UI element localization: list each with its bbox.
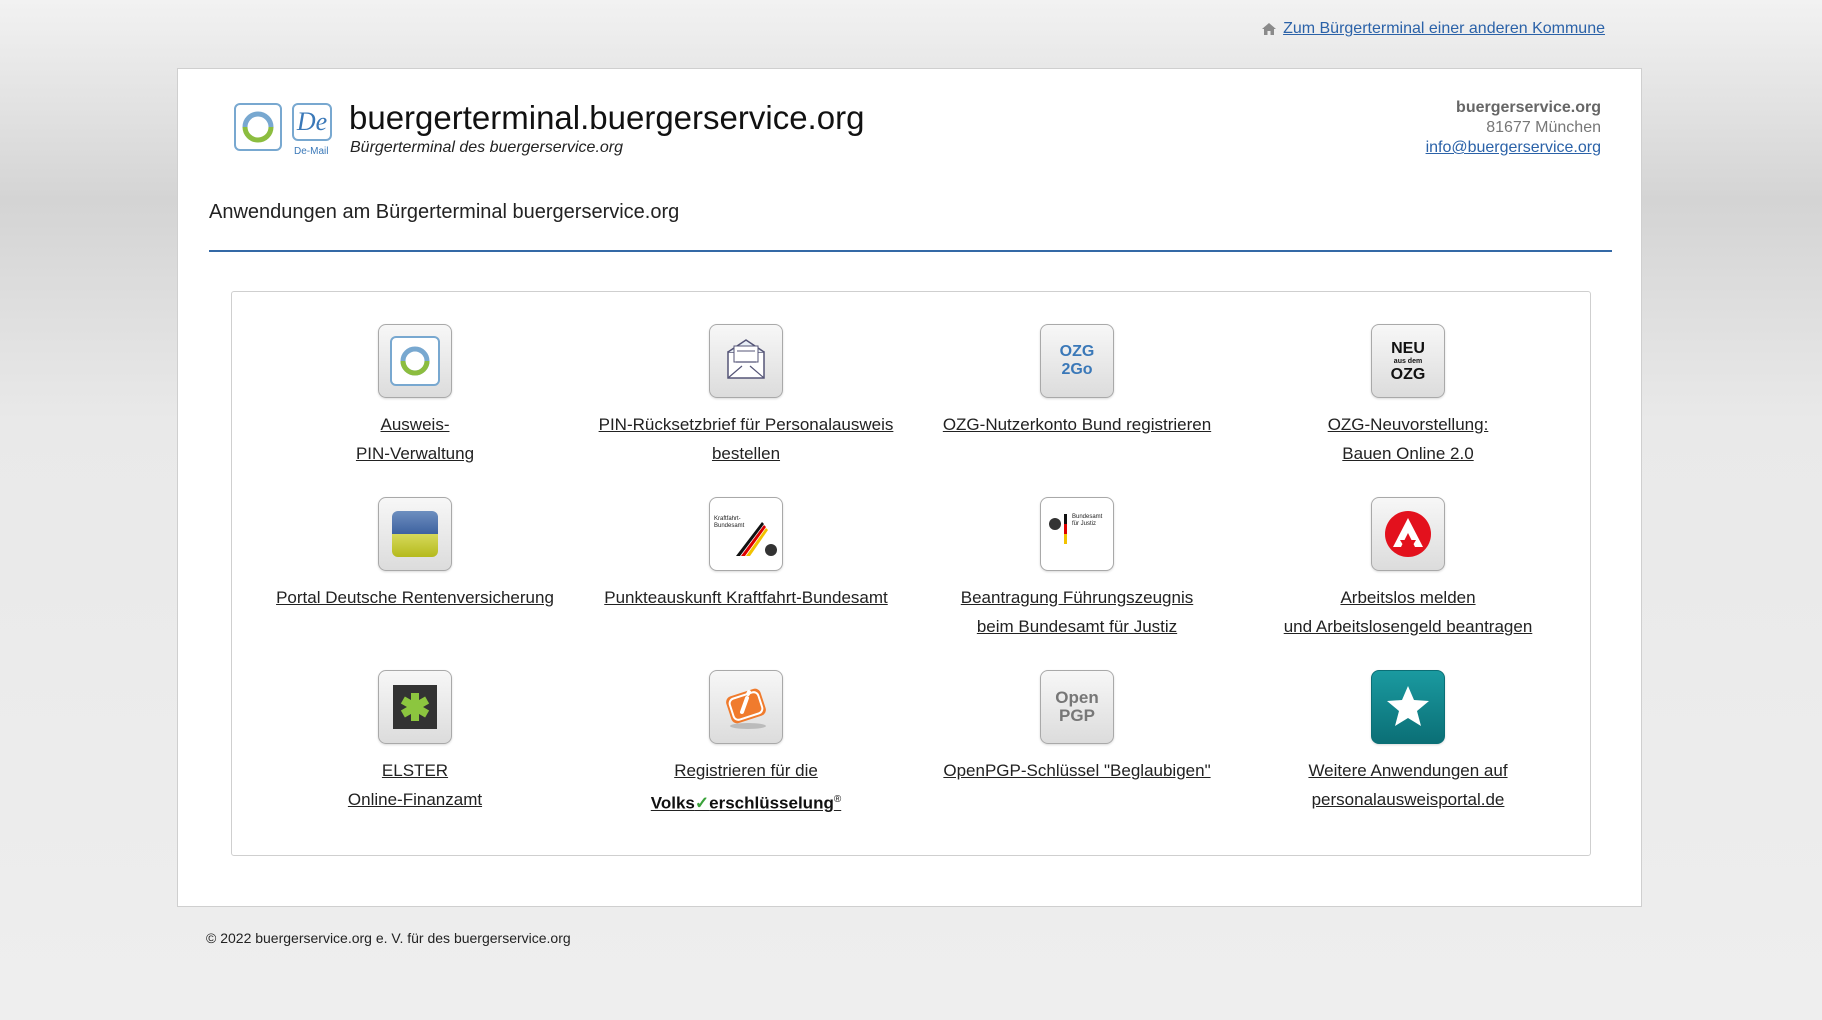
rentenversicherung-icon — [378, 497, 452, 571]
app-label-line2[interactable]: personalausweisportal.de — [1248, 785, 1568, 814]
other-municipality-link[interactable]: Zum Bürgerterminal einer anderen Kommune — [1261, 20, 1605, 38]
other-municipality-link-label[interactable]: Zum Bürgerterminal einer anderen Kommune — [1283, 20, 1605, 38]
app-label-line2[interactable]: Volks✓erschlüsselung® — [586, 785, 906, 818]
app-label-line1[interactable]: OZG-Neuvorstellung: — [1248, 410, 1568, 439]
app-label-line1[interactable]: OZG-Nutzerkonto Bund registrieren — [917, 410, 1237, 439]
ausweis-logo-icon — [234, 103, 282, 151]
letter-icon — [709, 324, 783, 398]
app-label-line1[interactable]: Weitere Anwendungen auf — [1248, 756, 1568, 785]
app-label-line2[interactable]: Online-Finanzamt — [255, 785, 575, 814]
app-tile-fuehrungszeugnis[interactable]: Bundesamt für Justiz Beantragung Führung… — [917, 497, 1237, 641]
contact-org: buergerservice.org — [1456, 99, 1601, 116]
app-tile-ozg-neuvorstellung[interactable]: NEU aus dem OZG OZG-Neuvorstellung: Baue… — [1248, 324, 1568, 468]
demail-logo-icon: De De-Mail — [292, 103, 334, 157]
app-tile-pin-ruecksetzbrief[interactable]: PIN-Rücksetzbrief für Personalausweis be… — [586, 324, 906, 468]
app-label-line2[interactable]: bestellen — [586, 439, 906, 468]
heading-divider — [209, 250, 1612, 252]
app-label-line1[interactable]: Punkteauskunft Kraftfahrt-Bundesamt — [586, 583, 906, 612]
app-label-line1[interactable]: Beantragung Führungszeugnis — [917, 583, 1237, 612]
app-label-line1[interactable]: ELSTER — [255, 756, 575, 785]
elster-icon — [378, 670, 452, 744]
app-tile-volksverschluesselung[interactable]: Registrieren für die Volks✓erschlüsselun… — [586, 670, 906, 818]
app-tile-elster[interactable]: ELSTER Online-Finanzamt — [255, 670, 575, 814]
contact-city: 81677 München — [1486, 119, 1601, 136]
app-tile-kba-punkteauskunft[interactable]: Kraftfahrt- Bundesamt Punkteauskunft Kra… — [586, 497, 906, 612]
app-tile-openpgp[interactable]: Open PGP OpenPGP-Schlüssel "Beglaubigen" — [917, 670, 1237, 785]
arbeitsagentur-icon — [1371, 497, 1445, 571]
ozg2go-icon: OZG 2Go — [1040, 324, 1114, 398]
contact-block: buergerservice.org 81677 München info@bu… — [1426, 98, 1601, 158]
home-icon — [1262, 23, 1277, 35]
app-label-line1[interactable]: Portal Deutsche Rentenversicherung — [255, 583, 575, 612]
app-tile-ozg-nutzerkonto[interactable]: OZG 2Go OZG-Nutzerkonto Bund registriere… — [917, 324, 1237, 439]
page-heading: Anwendungen am Bürgerterminal buergerser… — [209, 201, 680, 223]
volksverschluesselung-icon — [709, 670, 783, 744]
ausweis-icon — [378, 324, 452, 398]
footer-copyright: © 2022 buergerservice.org e. V. für des … — [206, 930, 571, 946]
kba-icon: Kraftfahrt- Bundesamt — [709, 497, 783, 571]
site-title: buergerterminal.buergerservice.org — [349, 99, 865, 136]
main-frame: De De-Mail buergerterminal.buergerservic… — [177, 68, 1642, 907]
bundesamt-justiz-icon: Bundesamt für Justiz — [1040, 497, 1114, 571]
app-label-line1[interactable]: OpenPGP-Schlüssel "Beglaubigen" — [917, 756, 1237, 785]
neu-ozg-icon: NEU aus dem OZG — [1371, 324, 1445, 398]
app-label-line1[interactable]: Arbeitslos melden — [1248, 583, 1568, 612]
app-label-line2[interactable]: Bauen Online 2.0 — [1248, 439, 1568, 468]
site-subtitle: Bürgerterminal des buergerservice.org — [350, 139, 624, 156]
applications-panel: Ausweis- PIN-Verwaltung PIN-Rücksetzbrie… — [231, 291, 1591, 856]
app-tile-weitere-anwendungen[interactable]: Weitere Anwendungen auf personalausweisp… — [1248, 670, 1568, 814]
app-label-line2[interactable]: PIN-Verwaltung — [255, 439, 575, 468]
app-label-line1[interactable]: Ausweis- — [255, 410, 575, 439]
contact-email-link[interactable]: info@buergerservice.org — [1426, 139, 1601, 156]
app-label-line2[interactable]: beim Bundesamt für Justiz — [917, 612, 1237, 641]
star-icon — [1371, 670, 1445, 744]
app-label-line1[interactable]: Registrieren für die — [586, 756, 906, 785]
app-tile-rentenversicherung[interactable]: Portal Deutsche Rentenversicherung — [255, 497, 575, 612]
header-logos: De De-Mail — [234, 103, 334, 157]
app-tile-arbeitslos-melden[interactable]: Arbeitslos melden und Arbeitslosengeld b… — [1248, 497, 1568, 641]
app-label-line1[interactable]: PIN-Rücksetzbrief für Personalausweis — [586, 410, 906, 439]
check-icon: ✓ — [694, 793, 710, 813]
app-label-line2[interactable]: und Arbeitslosengeld beantragen — [1248, 612, 1568, 641]
openpgp-icon: Open PGP — [1040, 670, 1114, 744]
app-tile-ausweis-pin[interactable]: Ausweis- PIN-Verwaltung — [255, 324, 575, 468]
